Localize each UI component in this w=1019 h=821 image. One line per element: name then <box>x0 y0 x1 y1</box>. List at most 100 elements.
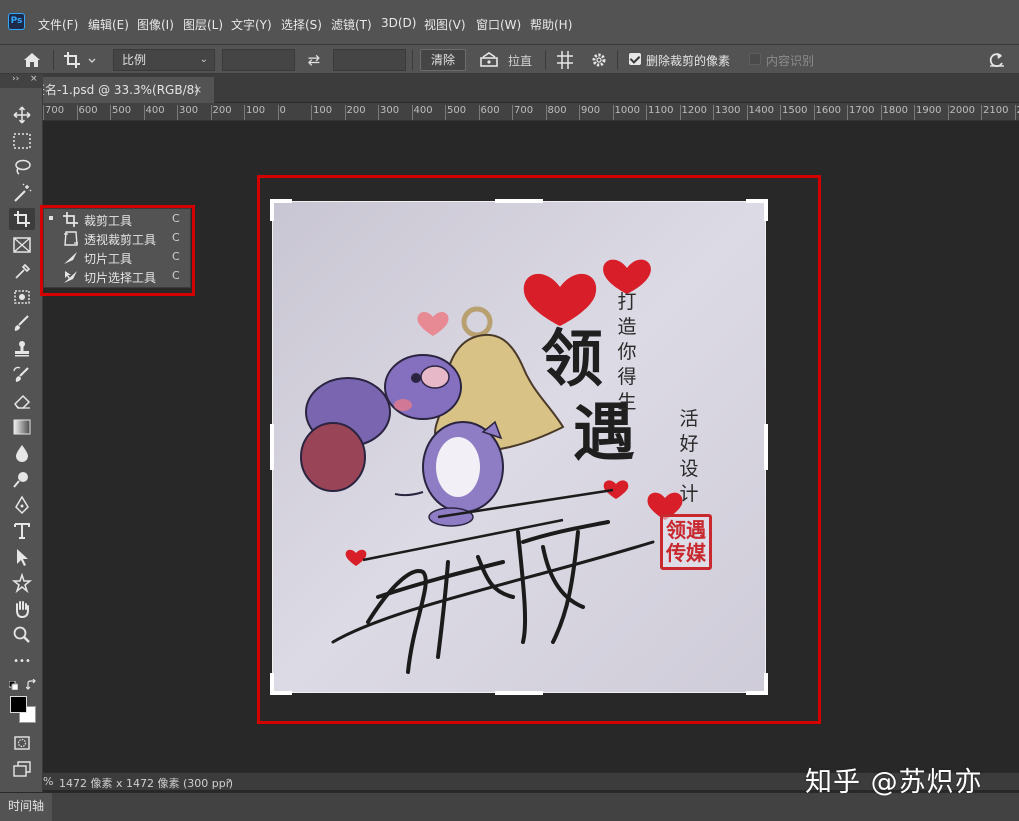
clone-stamp-tool[interactable] <box>9 338 35 360</box>
menu-help[interactable]: 帮助(H) <box>530 16 572 33</box>
eraser-icon <box>14 394 31 409</box>
content-aware-checkbox[interactable] <box>749 53 761 65</box>
foreground-color-swatch[interactable] <box>10 696 27 713</box>
eraser-tool[interactable] <box>9 390 35 412</box>
menu-layer[interactable]: 图层(L) <box>183 16 223 33</box>
lasso-tool[interactable] <box>9 156 35 178</box>
default-colors-icon[interactable] <box>9 681 18 690</box>
flyout-perspective-crop-tool[interactable]: 透视裁剪工具 C <box>44 229 192 248</box>
eyedropper-tool[interactable] <box>9 260 35 282</box>
ruler-tick <box>612 105 614 120</box>
ruler-label: 0 <box>279 105 286 116</box>
shape-tool[interactable] <box>9 572 35 594</box>
crop-handle-bottom[interactable] <box>495 691 543 695</box>
type-tool[interactable] <box>9 520 35 542</box>
ruler-label: 1300 <box>715 105 741 116</box>
ruler-label: 200 <box>346 105 366 116</box>
blur-tool[interactable] <box>9 442 35 464</box>
menu-file[interactable]: 文件(F) <box>38 16 78 33</box>
ruler-tick <box>411 105 413 120</box>
edit-toolbar-button[interactable]: ••• <box>9 652 35 674</box>
ruler-tick <box>1014 105 1016 120</box>
ruler-tick <box>947 105 949 120</box>
flyout-slice-tool-shortcut: C <box>172 250 180 263</box>
crop-handle-top[interactable] <box>495 199 543 203</box>
menu-edit[interactable]: 编辑(E) <box>88 16 129 33</box>
crop-handle-left[interactable] <box>270 424 274 470</box>
ruler-tick <box>210 105 212 120</box>
crop-handle-top-left-v[interactable] <box>270 199 274 221</box>
crop-handle-right[interactable] <box>764 424 768 470</box>
flyout-slice-tool[interactable]: 切片工具 C <box>44 248 192 267</box>
menu-type[interactable]: 文字(Y) <box>231 16 272 33</box>
screen-mode-button[interactable] <box>9 758 35 780</box>
swap-colors-icon[interactable] <box>26 679 38 691</box>
menu-select[interactable]: 选择(S) <box>281 16 322 33</box>
straighten-icon[interactable] <box>479 51 499 69</box>
ruler-tick <box>76 105 78 120</box>
ruler-tick <box>512 105 513 120</box>
crop-handle-top-right-v[interactable] <box>764 199 768 221</box>
photoshop-logo[interactable]: Ps <box>8 13 25 30</box>
zoom-level-fragment[interactable]: % <box>43 775 53 788</box>
dodge-tool[interactable] <box>9 468 35 490</box>
flyout-slice-select-tool[interactable]: 切片选择工具 C <box>44 267 192 286</box>
document-tab[interactable]: 签名-1.psd @ 33.3%(RGB/8) × <box>43 77 214 103</box>
swap-icon[interactable]: ⇄ <box>304 49 324 71</box>
width-input[interactable] <box>222 49 295 71</box>
height-input[interactable] <box>333 49 406 71</box>
gradient-tool[interactable] <box>9 416 35 438</box>
path-selection-tool[interactable] <box>9 546 35 568</box>
document-tab-strip: 签名-1.psd @ 33.3%(RGB/8) × <box>43 74 1019 103</box>
overlay-grid-icon[interactable] <box>556 50 574 70</box>
ratio-select-value: 比例 <box>122 53 147 67</box>
crop-tool-preset-icon[interactable] <box>62 49 98 71</box>
close-panel-icon[interactable]: × <box>30 74 38 84</box>
crop-tool[interactable] <box>9 208 35 230</box>
menu-image[interactable]: 图像(I) <box>137 16 174 33</box>
clear-button[interactable]: 清除 <box>420 49 466 71</box>
blur-drop-icon <box>16 445 28 462</box>
pen-tool[interactable] <box>9 494 35 516</box>
menu-filter[interactable]: 滤镜(T) <box>331 16 372 33</box>
delete-cropped-checkbox[interactable] <box>629 53 641 65</box>
ruler-tick <box>344 105 346 120</box>
brush-tool[interactable] <box>9 312 35 334</box>
ruler-tick <box>679 105 681 120</box>
zoom-tool[interactable] <box>9 624 35 646</box>
ruler-label: 400 <box>145 105 165 116</box>
timeline-tab[interactable]: 时间轴 <box>0 793 52 821</box>
close-icon[interactable]: × <box>193 77 202 103</box>
crop-bounding-box[interactable] <box>272 201 766 693</box>
ruler-tick <box>311 105 312 120</box>
marquee-tool[interactable] <box>9 130 35 152</box>
spot-healing-tool[interactable] <box>9 286 35 308</box>
ratio-select[interactable]: 比例 ⌄ <box>113 49 215 71</box>
flyout-crop-tool[interactable]: 裁剪工具 C <box>44 210 192 229</box>
crop-handle-bottom-left-v[interactable] <box>270 673 274 695</box>
magic-wand-tool[interactable] <box>9 182 35 204</box>
delete-cropped-label[interactable]: 删除裁剪的像素 <box>646 52 730 69</box>
quick-mask-icon <box>14 736 30 750</box>
content-aware-label[interactable]: 内容识别 <box>766 52 814 69</box>
home-icon[interactable] <box>20 49 44 71</box>
gear-icon[interactable] <box>590 50 608 70</box>
hand-tool[interactable] <box>9 598 35 620</box>
move-tool[interactable] <box>9 104 35 126</box>
quick-mask-button[interactable] <box>9 732 35 754</box>
document-tab-title: 签名-1.psd @ 33.3%(RGB/8) <box>43 83 199 97</box>
collapse-panel-icon[interactable]: ›› <box>12 74 19 84</box>
status-menu-arrow[interactable]: › <box>227 774 231 787</box>
menu-3d[interactable]: 3D(D) <box>381 16 416 30</box>
ruler-label: 700 <box>514 105 534 116</box>
frame-tool[interactable] <box>9 234 35 256</box>
menu-view[interactable]: 视图(V) <box>424 16 466 33</box>
straighten-label[interactable]: 拉直 <box>508 52 532 69</box>
menu-window[interactable]: 窗口(W) <box>476 16 521 33</box>
crop-handle-bottom-right-v[interactable] <box>764 673 768 695</box>
reset-icon[interactable] <box>987 50 1007 70</box>
ruler-label: 1400 <box>748 105 774 116</box>
flyout-slice-select-shortcut: C <box>172 269 180 282</box>
history-brush-tool[interactable] <box>9 364 35 386</box>
eyedropper-icon <box>15 263 31 279</box>
